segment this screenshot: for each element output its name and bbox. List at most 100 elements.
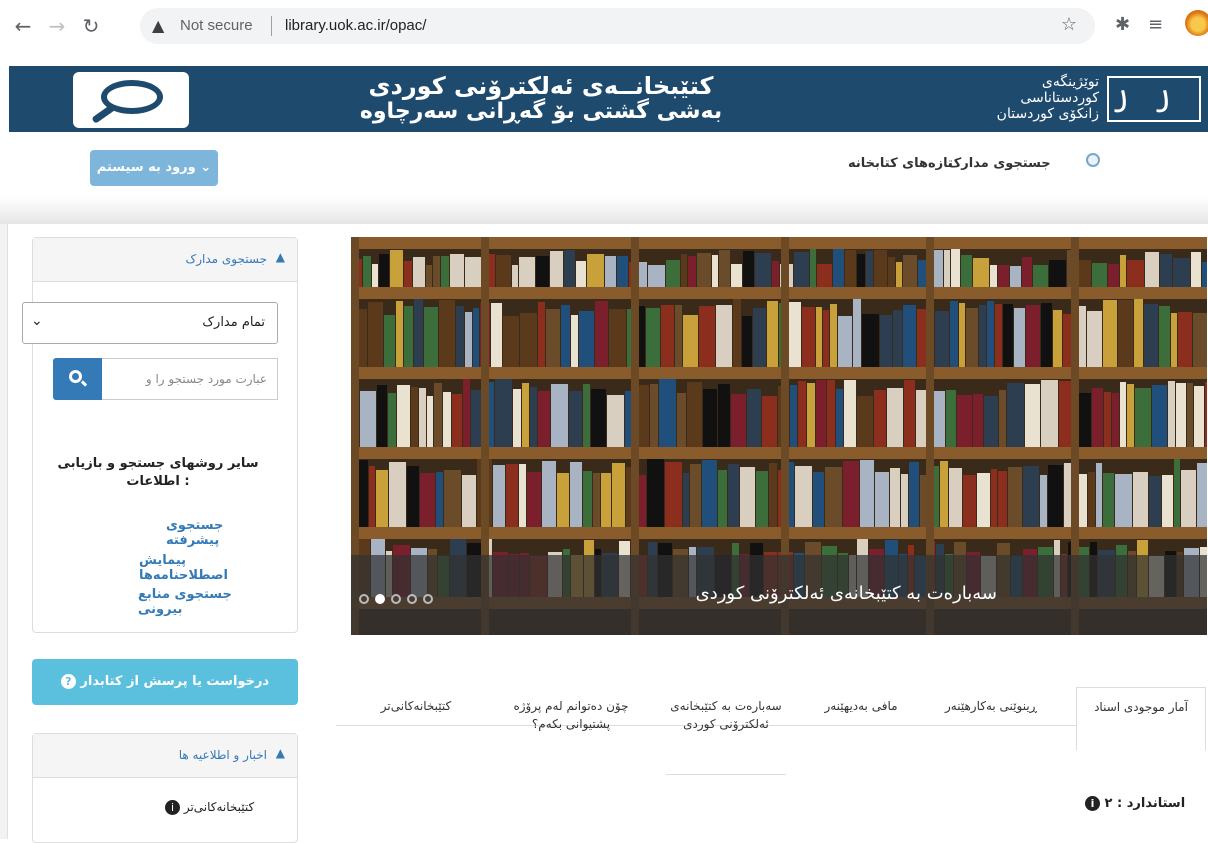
book-spine	[583, 384, 590, 447]
book-spine	[650, 384, 658, 447]
book-spine	[376, 470, 388, 527]
reading-list-icon[interactable]: ≡	[1148, 14, 1163, 35]
external-search-link[interactable]: جستجوی منابع بیرونی	[138, 587, 263, 617]
address-bar[interactable]: ▲ Not secure library.uok.ac.ir/opac/ ☆	[140, 8, 1095, 44]
book-spine	[827, 380, 835, 447]
book-spine	[798, 381, 806, 447]
nav-link-new-arrivals[interactable]: تازه‌های کتابخانه	[848, 156, 953, 171]
book-spine	[426, 265, 432, 287]
search-placeholder: عبارت مورد جستجو را و	[145, 372, 267, 386]
tab-support[interactable]: چۆن دەتوانم لەم پرۆژە پشتیوانی بکەم؟	[506, 687, 636, 733]
nav-link-search[interactable]: جستجوی مدارک	[948, 156, 1051, 171]
ask-librarian-button[interactable]: ? درخواست یا پرسش از کتابدار	[32, 659, 298, 705]
book-spine	[665, 462, 682, 527]
book-spine	[857, 396, 873, 447]
book-spine	[404, 261, 412, 287]
book-spine	[790, 385, 797, 447]
logo-glyph-icon: ꠸	[1161, 84, 1169, 114]
slider-dot[interactable]	[407, 594, 417, 604]
bookmark-star-icon[interactable]: ☆	[1061, 14, 1077, 35]
forward-icon[interactable]: →	[46, 14, 68, 38]
stat-label: استاندارد : ۲	[1104, 796, 1186, 811]
book-spine	[420, 473, 435, 527]
page-edge	[0, 224, 8, 839]
book-spine	[718, 384, 730, 447]
book-spine	[719, 250, 730, 287]
book-spine	[1174, 459, 1180, 527]
caption-text: سەبارەت بە کتێبخانەی ئەلکترۆنی کوردی	[695, 583, 997, 604]
book-spine	[755, 253, 771, 287]
book-spine	[896, 262, 902, 287]
book-spine	[973, 258, 989, 287]
tab-stats[interactable]: آمار موجودی اسناد	[1076, 687, 1206, 751]
book-spine	[903, 255, 917, 287]
search-input[interactable]: عبارت مورد جستجو را و	[102, 358, 278, 400]
slider-dot-active[interactable]	[375, 594, 385, 604]
book-spine	[1103, 473, 1114, 527]
news-item[interactable]: i کتێبخانەکانی‌تر	[165, 800, 254, 815]
login-button[interactable]: ورود به سیستم ⌄	[90, 150, 218, 186]
book-spine	[690, 464, 701, 527]
profile-avatar[interactable]	[1185, 10, 1208, 36]
book-spine	[456, 306, 464, 367]
book-spine	[1118, 300, 1133, 367]
book-spine	[407, 466, 419, 527]
book-spine	[1133, 472, 1148, 527]
tab-other-libraries[interactable]: کتێبخانەکانی‌تر	[356, 687, 476, 715]
login-label: ورود به سیستم	[96, 160, 196, 175]
book-spine	[874, 390, 886, 447]
advanced-search-link[interactable]: جستجوی پیشرفته	[166, 518, 263, 548]
book-spine	[419, 388, 426, 447]
book-spine	[496, 255, 511, 287]
book-spine	[646, 308, 660, 367]
book-spine	[702, 460, 717, 527]
book-spine	[1096, 463, 1102, 527]
book-spine	[542, 461, 556, 527]
search-panel-header[interactable]: جستجوی مدارک ▲	[33, 238, 297, 282]
book-spine	[795, 466, 812, 527]
tab-user-guide[interactable]: ڕینوێنی بەکارهێنەر	[926, 687, 1056, 715]
image-slider[interactable]: سەبارەت بە کتێبخانەی ئەلکترۆنی کوردی	[351, 237, 1207, 635]
reload-icon[interactable]: ↻	[80, 14, 102, 38]
book-spine	[1023, 466, 1039, 527]
tab-copyright[interactable]: مافی بەدیهێنەر	[806, 687, 916, 715]
book-spine	[767, 301, 778, 367]
book-spine	[825, 467, 842, 527]
site-subtitle: بەشی گشتی بۆ گەڕانی سەرچاوە	[359, 99, 723, 124]
book-spine	[1041, 303, 1052, 367]
doc-type-select[interactable]: تمام مدارک ⌄	[22, 302, 278, 344]
book-spine	[1168, 381, 1175, 447]
book-spine	[893, 310, 902, 367]
book-spine	[1202, 262, 1207, 287]
thesaurus-link[interactable]: پیمایش اصطلاحنامه‌ها	[139, 553, 263, 583]
book-spine	[1041, 380, 1058, 447]
book-spine	[388, 393, 396, 447]
news-panel-header[interactable]: اخبار و اطلاعیه ها ▲	[33, 734, 297, 778]
book-spine	[452, 394, 462, 447]
book-spine	[390, 250, 403, 287]
book-spine	[538, 302, 545, 367]
search-button[interactable]	[53, 358, 103, 400]
back-icon[interactable]: ←	[12, 14, 34, 38]
book-spine	[961, 255, 972, 287]
book-spine	[880, 315, 892, 367]
news-panel: اخبار و اطلاعیه ها ▲ i کتێبخانەکانی‌تر	[32, 733, 298, 843]
book-spine	[414, 299, 423, 367]
book-spine	[404, 306, 413, 367]
tab-about[interactable]: سەبارەت بە کتێبخانەی ئەلکترۆنی کوردی	[666, 687, 786, 775]
chevron-up-icon: ▲	[275, 250, 285, 264]
panel-heading: جستجوی مدارک	[185, 252, 268, 266]
book-spine	[844, 380, 856, 447]
search-logo[interactable]	[73, 72, 189, 128]
extensions-icon[interactable]: ✱	[1115, 14, 1130, 35]
slider-dot[interactable]	[423, 594, 433, 604]
url-text[interactable]: library.uok.ac.ir/opac/	[285, 17, 426, 34]
book-spine	[857, 254, 865, 287]
slider-dot[interactable]	[359, 594, 369, 604]
book-spine	[909, 462, 919, 527]
slider-dot[interactable]	[391, 594, 401, 604]
book-spine	[1112, 393, 1119, 447]
book-spine	[977, 473, 990, 527]
book-spine	[699, 306, 715, 367]
book-spine	[1135, 388, 1151, 447]
